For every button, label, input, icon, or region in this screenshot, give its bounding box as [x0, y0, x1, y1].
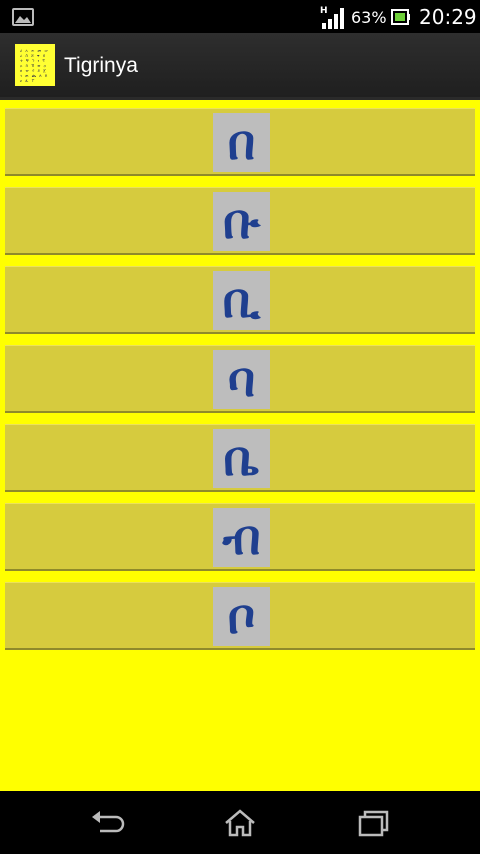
letter-row[interactable]: ብ	[5, 503, 475, 571]
clock: 20:29	[419, 5, 477, 29]
app-icon[interactable]: ሀ ለ ሐ መ ሠ ረ ሰ ሸ ቀ በ ተ ቸ ኀ ነ ኘ አ ከ ኸ ወ ዐ …	[15, 44, 55, 86]
letter-button[interactable]: በ	[213, 113, 270, 172]
navigation-bar	[0, 791, 480, 854]
app-title: Tigrinya	[64, 54, 138, 77]
status-bar: H 63% 20:29	[0, 0, 480, 33]
letter-row[interactable]: ቢ	[5, 266, 475, 334]
network-type-label: H	[320, 6, 328, 16]
home-icon[interactable]	[220, 807, 260, 839]
letter-row[interactable]: ቤ	[5, 424, 475, 492]
letter-row[interactable]: ባ	[5, 345, 475, 413]
letter-button[interactable]: ቤ	[213, 429, 270, 488]
letter-button[interactable]: ቦ	[213, 587, 270, 646]
letter-row[interactable]: በ	[5, 108, 475, 176]
letter-list: በ ቡ ቢ ባ ቤ ብ ቦ	[0, 97, 480, 791]
battery-icon	[391, 9, 410, 25]
letter-button[interactable]: ቡ	[213, 192, 270, 251]
letter-button[interactable]: ባ	[213, 350, 270, 409]
letter-row[interactable]: ቦ	[5, 582, 475, 650]
back-arrow-icon[interactable]	[88, 807, 128, 839]
gallery-notification-icon	[12, 8, 34, 26]
letter-row[interactable]: ቡ	[5, 187, 475, 255]
battery-percent: 63%	[351, 8, 387, 27]
signal-strength-icon: H	[320, 6, 344, 29]
recent-apps-icon[interactable]	[354, 807, 394, 839]
letter-button[interactable]: ቢ	[213, 271, 270, 330]
letter-button[interactable]: ብ	[213, 508, 270, 567]
